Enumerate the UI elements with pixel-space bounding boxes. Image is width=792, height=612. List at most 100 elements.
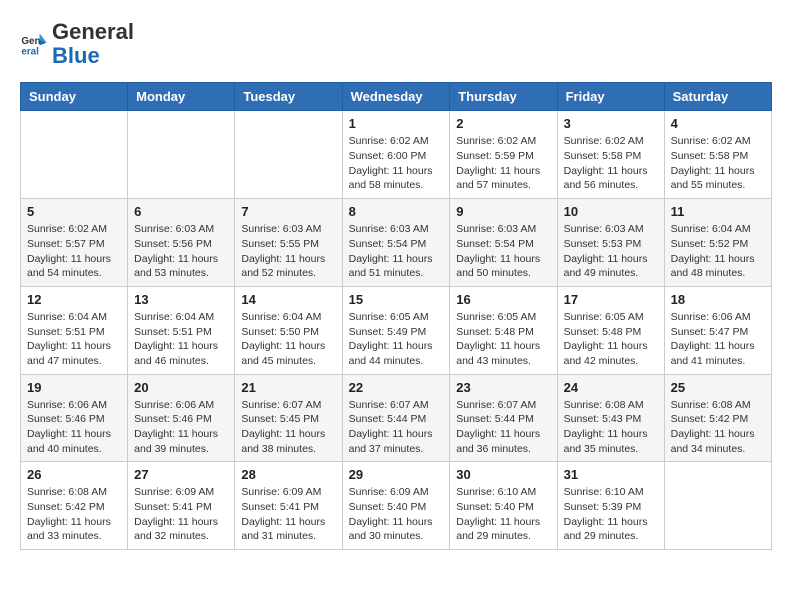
day-number: 24 bbox=[564, 380, 658, 395]
day-info: Sunrise: 6:08 AM Sunset: 5:42 PM Dayligh… bbox=[27, 485, 121, 544]
calendar-cell bbox=[21, 111, 128, 199]
day-info: Sunrise: 6:09 AM Sunset: 5:41 PM Dayligh… bbox=[134, 485, 228, 544]
day-number: 14 bbox=[241, 292, 335, 307]
day-info: Sunrise: 6:07 AM Sunset: 5:44 PM Dayligh… bbox=[456, 398, 550, 457]
calendar-cell: 29Sunrise: 6:09 AM Sunset: 5:40 PM Dayli… bbox=[342, 462, 450, 550]
day-number: 26 bbox=[27, 467, 121, 482]
calendar-cell bbox=[664, 462, 771, 550]
day-info: Sunrise: 6:09 AM Sunset: 5:40 PM Dayligh… bbox=[349, 485, 444, 544]
calendar-cell: 23 Sunrise: 6:07 AM Sunset: 5:44 PM Dayli… bbox=[450, 374, 557, 462]
day-header-monday: Monday bbox=[128, 83, 235, 111]
day-info: Sunrise: 6:06 AM Sunset: 5:47 PM Dayligh… bbox=[671, 310, 765, 369]
calendar-cell: 28Sunrise: 6:09 AM Sunset: 5:41 PM Dayli… bbox=[235, 462, 342, 550]
calendar-cell: 7 Sunrise: 6:03 AM Sunset: 5:55 PM Daylig… bbox=[235, 199, 342, 287]
calendar-week-row: 1Sunrise: 6:02 AM Sunset: 6:00 PM Daylig… bbox=[21, 111, 772, 199]
day-info: Sunrise: 6:02 AM Sunset: 5:57 PM Dayligh… bbox=[27, 222, 121, 281]
day-number: 2 bbox=[456, 116, 550, 131]
logo: Gen eral General Blue bbox=[20, 20, 134, 68]
day-number: 8 bbox=[349, 204, 444, 219]
day-number: 7 bbox=[241, 204, 335, 219]
header: Gen eral General Blue bbox=[20, 20, 772, 68]
day-info: Sunrise: 6:10 AM Sunset: 5:39 PM Dayligh… bbox=[564, 485, 658, 544]
day-info: Sunrise: 6:10 AM Sunset: 5:40 PM Dayligh… bbox=[456, 485, 550, 544]
calendar-week-row: 5Sunrise: 6:02 AM Sunset: 5:57 PM Daylig… bbox=[21, 199, 772, 287]
day-number: 4 bbox=[671, 116, 765, 131]
day-info: Sunrise: 6:03 AM Sunset: 5:56 PM Dayligh… bbox=[134, 222, 228, 281]
day-info: Sunrise: 6:03 AM Sunset: 5:54 PM Dayligh… bbox=[456, 222, 550, 281]
day-number: 12 bbox=[27, 292, 121, 307]
calendar-cell bbox=[235, 111, 342, 199]
calendar-cell: 16 Sunrise: 6:05 AM Sunset: 5:48 PM Dayli… bbox=[450, 286, 557, 374]
day-number: 20 bbox=[134, 380, 228, 395]
day-number: 27 bbox=[134, 467, 228, 482]
calendar-cell: 22 Sunrise: 6:07 AM Sunset: 5:44 PM Dayli… bbox=[342, 374, 450, 462]
day-info: Sunrise: 6:03 AM Sunset: 5:54 PM Dayligh… bbox=[349, 222, 444, 281]
day-number: 15 bbox=[349, 292, 444, 307]
logo-text: General Blue bbox=[52, 20, 134, 68]
day-info: Sunrise: 6:09 AM Sunset: 5:41 PM Dayligh… bbox=[241, 485, 335, 544]
day-header-friday: Friday bbox=[557, 83, 664, 111]
day-info: Sunrise: 6:06 AM Sunset: 5:46 PM Dayligh… bbox=[134, 398, 228, 457]
calendar-cell: 30 Sunrise: 6:10 AM Sunset: 5:40 PM Dayli… bbox=[450, 462, 557, 550]
calendar-table: SundayMondayTuesdayWednesdayThursdayFrid… bbox=[20, 82, 772, 550]
day-number: 31 bbox=[564, 467, 658, 482]
day-number: 25 bbox=[671, 380, 765, 395]
day-info: Sunrise: 6:02 AM Sunset: 5:59 PM Dayligh… bbox=[456, 134, 550, 193]
calendar-cell: 14 Sunrise: 6:04 AM Sunset: 5:50 PM Dayli… bbox=[235, 286, 342, 374]
calendar-header-row: SundayMondayTuesdayWednesdayThursdayFrid… bbox=[21, 83, 772, 111]
calendar-cell: 21 Sunrise: 6:07 AM Sunset: 5:45 PM Dayli… bbox=[235, 374, 342, 462]
calendar-cell: 8 Sunrise: 6:03 AM Sunset: 5:54 PM Daylig… bbox=[342, 199, 450, 287]
calendar-cell: 24Sunrise: 6:08 AM Sunset: 5:43 PM Dayli… bbox=[557, 374, 664, 462]
calendar-cell: 19 Sunrise: 6:06 AM Sunset: 5:46 PM Dayli… bbox=[21, 374, 128, 462]
day-info: Sunrise: 6:03 AM Sunset: 5:53 PM Dayligh… bbox=[564, 222, 658, 281]
logo-icon: Gen eral bbox=[20, 30, 48, 58]
day-info: Sunrise: 6:03 AM Sunset: 5:55 PM Dayligh… bbox=[241, 222, 335, 281]
day-number: 23 bbox=[456, 380, 550, 395]
day-header-wednesday: Wednesday bbox=[342, 83, 450, 111]
day-number: 9 bbox=[456, 204, 550, 219]
day-info: Sunrise: 6:08 AM Sunset: 5:42 PM Dayligh… bbox=[671, 398, 765, 457]
day-number: 1 bbox=[349, 116, 444, 131]
calendar-cell: 6Sunrise: 6:03 AM Sunset: 5:56 PM Daylig… bbox=[128, 199, 235, 287]
day-number: 18 bbox=[671, 292, 765, 307]
day-info: Sunrise: 6:04 AM Sunset: 5:50 PM Dayligh… bbox=[241, 310, 335, 369]
day-header-saturday: Saturday bbox=[664, 83, 771, 111]
day-number: 30 bbox=[456, 467, 550, 482]
day-info: Sunrise: 6:04 AM Sunset: 5:51 PM Dayligh… bbox=[134, 310, 228, 369]
calendar-cell: 26 Sunrise: 6:08 AM Sunset: 5:42 PM Dayli… bbox=[21, 462, 128, 550]
day-info: Sunrise: 6:02 AM Sunset: 5:58 PM Dayligh… bbox=[564, 134, 658, 193]
calendar-cell: 15 Sunrise: 6:05 AM Sunset: 5:49 PM Dayli… bbox=[342, 286, 450, 374]
calendar-cell: 5Sunrise: 6:02 AM Sunset: 5:57 PM Daylig… bbox=[21, 199, 128, 287]
day-header-sunday: Sunday bbox=[21, 83, 128, 111]
calendar-cell: 11 Sunrise: 6:04 AM Sunset: 5:52 PM Dayli… bbox=[664, 199, 771, 287]
day-number: 11 bbox=[671, 204, 765, 219]
calendar-cell: 4 Sunrise: 6:02 AM Sunset: 5:58 PM Daylig… bbox=[664, 111, 771, 199]
day-info: Sunrise: 6:07 AM Sunset: 5:45 PM Dayligh… bbox=[241, 398, 335, 457]
day-number: 22 bbox=[349, 380, 444, 395]
calendar-week-row: 12 Sunrise: 6:04 AM Sunset: 5:51 PM Dayli… bbox=[21, 286, 772, 374]
day-header-tuesday: Tuesday bbox=[235, 83, 342, 111]
day-info: Sunrise: 6:07 AM Sunset: 5:44 PM Dayligh… bbox=[349, 398, 444, 457]
svg-text:eral: eral bbox=[21, 47, 39, 58]
day-number: 16 bbox=[456, 292, 550, 307]
day-info: Sunrise: 6:02 AM Sunset: 5:58 PM Dayligh… bbox=[671, 134, 765, 193]
calendar-week-row: 19 Sunrise: 6:06 AM Sunset: 5:46 PM Dayli… bbox=[21, 374, 772, 462]
calendar-cell: 1Sunrise: 6:02 AM Sunset: 6:00 PM Daylig… bbox=[342, 111, 450, 199]
day-info: Sunrise: 6:04 AM Sunset: 5:52 PM Dayligh… bbox=[671, 222, 765, 281]
calendar-cell: 18 Sunrise: 6:06 AM Sunset: 5:47 PM Dayli… bbox=[664, 286, 771, 374]
calendar-cell: 12Sunrise: 6:04 AM Sunset: 5:51 PM Dayli… bbox=[21, 286, 128, 374]
calendar-cell: 31 Sunrise: 6:10 AM Sunset: 5:39 PM Dayli… bbox=[557, 462, 664, 550]
calendar-cell: 20 Sunrise: 6:06 AM Sunset: 5:46 PM Dayli… bbox=[128, 374, 235, 462]
calendar-cell: 27 Sunrise: 6:09 AM Sunset: 5:41 PM Dayli… bbox=[128, 462, 235, 550]
calendar-cell: 25 Sunrise: 6:08 AM Sunset: 5:42 PM Dayli… bbox=[664, 374, 771, 462]
day-info: Sunrise: 6:05 AM Sunset: 5:48 PM Dayligh… bbox=[564, 310, 658, 369]
day-info: Sunrise: 6:06 AM Sunset: 5:46 PM Dayligh… bbox=[27, 398, 121, 457]
calendar-cell: 17 Sunrise: 6:05 AM Sunset: 5:48 PM Dayli… bbox=[557, 286, 664, 374]
calendar-cell bbox=[128, 111, 235, 199]
day-number: 17 bbox=[564, 292, 658, 307]
day-info: Sunrise: 6:05 AM Sunset: 5:49 PM Dayligh… bbox=[349, 310, 444, 369]
day-info: Sunrise: 6:05 AM Sunset: 5:48 PM Dayligh… bbox=[456, 310, 550, 369]
day-number: 19 bbox=[27, 380, 121, 395]
day-header-thursday: Thursday bbox=[450, 83, 557, 111]
day-number: 21 bbox=[241, 380, 335, 395]
